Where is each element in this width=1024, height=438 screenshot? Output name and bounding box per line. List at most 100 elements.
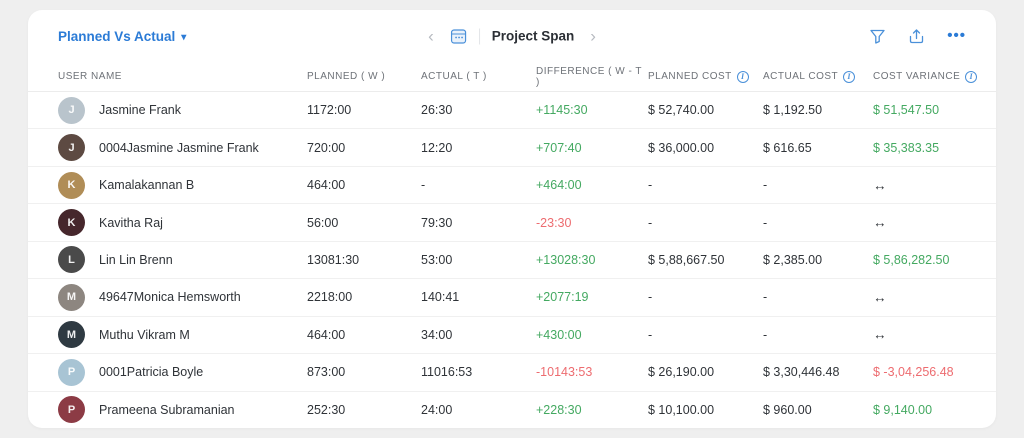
user-cell: J Jasmine Frank [58, 96, 307, 124]
planned-cost-value: $ 5,88,667.50 [648, 252, 725, 267]
table-row[interactable]: K Kavitha Raj 56:00 79:30 -23:30 - - ↔ [28, 204, 996, 242]
avatar: L [58, 246, 85, 274]
actual-cost-value: - [763, 178, 768, 193]
period-navigator: ‹ Project Span › [426, 28, 598, 45]
actual-hours: 53:00 [421, 252, 453, 267]
planned-cost-value: $ 36,000.00 [648, 140, 715, 155]
cost-variance-value: $ -3,04,256.48 [873, 365, 954, 380]
user-name: 49647Monica Hemsworth [99, 290, 241, 305]
actual-cost-value: $ 960.00 [763, 402, 812, 417]
table-row[interactable]: K Kamalakannan B 464:00 - +464:00 - - ↔ [28, 167, 996, 205]
actual-hours: 79:30 [421, 215, 453, 230]
table-row[interactable]: J 0004Jasmine Jasmine Frank 720:00 12:20… [28, 129, 996, 167]
planned-hours: 2218:00 [307, 290, 353, 305]
col-actual: ACTUAL ( T ) [421, 71, 487, 82]
planned-cost-value: - [648, 178, 653, 193]
avatar: K [58, 209, 85, 237]
table-row[interactable]: L Lin Lin Brenn 13081:30 53:00 +13028:30… [28, 242, 996, 280]
actual-hours: 26:30 [421, 103, 453, 118]
table-row[interactable]: M 49647Monica Hemsworth 2218:00 140:41 +… [28, 279, 996, 317]
table-body: J Jasmine Frank 1172:00 26:30 +1145:30 $… [28, 92, 996, 428]
difference-value: +228:30 [536, 402, 582, 417]
actual-cost-value: $ 3,30,446.48 [763, 365, 840, 380]
export-icon[interactable] [908, 28, 925, 45]
more-options-icon[interactable]: ••• [947, 29, 966, 43]
planned-hours: 720:00 [307, 140, 346, 155]
calendar-icon[interactable] [450, 28, 467, 45]
difference-value: +707:40 [536, 140, 582, 155]
col-difference: DIFFERENCE ( W - T ) [536, 65, 642, 88]
cost-variance-value: $ 5,86,282.50 [873, 252, 950, 267]
user-name: Jasmine Frank [99, 103, 181, 118]
difference-value: +464:00 [536, 178, 582, 193]
planned-cost-value: $ 26,190.00 [648, 365, 715, 380]
report-type-label: Planned Vs Actual [58, 28, 176, 44]
actual-hours: 24:00 [421, 402, 453, 417]
user-name: 0004Jasmine Jasmine Frank [99, 140, 259, 155]
col-user-name: USER NAME [58, 71, 122, 82]
user-cell: P 0001Patricia Boyle [58, 358, 307, 386]
actual-hours: 34:00 [421, 327, 453, 342]
actual-cost-value: $ 2,385.00 [763, 252, 823, 267]
actual-hours: 12:20 [421, 140, 453, 155]
period-label: Project Span [491, 28, 575, 44]
user-name: Kavitha Raj [99, 215, 163, 230]
difference-value: -23:30 [536, 215, 572, 230]
user-cell: M Muthu Vikram M [58, 321, 307, 349]
actual-cost-value: - [763, 327, 768, 342]
actual-hours: - [421, 178, 426, 193]
chevron-left-icon[interactable]: ‹ [426, 28, 436, 45]
table-row[interactable]: M Muthu Vikram M 464:00 34:00 +430:00 - … [28, 317, 996, 355]
planned-cost-value: - [648, 215, 653, 230]
chevron-down-icon: ▾ [181, 31, 187, 43]
user-cell: P Prameena Subramanian [58, 396, 307, 424]
cost-variance-value: $ 9,140.00 [873, 402, 933, 417]
avatar: J [58, 96, 85, 124]
planned-hours: 464:00 [307, 178, 346, 193]
avatar: M [58, 283, 85, 311]
info-icon[interactable]: i [843, 70, 856, 83]
difference-value: +2077:19 [536, 290, 589, 305]
report-type-dropdown[interactable]: Planned Vs Actual ▾ [58, 29, 186, 44]
user-cell: L Lin Lin Brenn [58, 246, 307, 274]
filter-icon[interactable] [869, 28, 886, 45]
planned-cost-value: $ 10,100.00 [648, 402, 715, 417]
report-card: Planned Vs Actual ▾ ‹ Project Span › •••… [28, 10, 996, 428]
info-icon[interactable]: i [965, 70, 978, 83]
planned-hours: 1172:00 [307, 103, 352, 118]
cost-variance-value: $ 35,383.35 [873, 140, 940, 155]
difference-value: -10143:53 [536, 365, 593, 380]
col-cost-variance: COST VARIANCE i [873, 70, 996, 83]
planned-hours: 464:00 [307, 327, 346, 342]
period-group: Project Span [450, 28, 575, 45]
user-name: Muthu Vikram M [99, 327, 190, 342]
planned-hours: 873:00 [307, 365, 346, 380]
actual-cost-value: - [763, 290, 768, 305]
table-row[interactable]: J Jasmine Frank 1172:00 26:30 +1145:30 $… [28, 92, 996, 130]
info-icon[interactable]: i [736, 70, 749, 83]
actual-cost-value: $ 616.65 [763, 140, 812, 155]
avatar: J [58, 134, 85, 162]
toolbar-actions: ••• [869, 28, 966, 45]
planned-cost-value: $ 52,740.00 [648, 103, 715, 118]
col-planned-cost: PLANNED COST i [648, 70, 763, 83]
table-row[interactable]: P Prameena Subramanian 252:30 24:00 +228… [28, 392, 996, 428]
chevron-right-icon[interactable]: › [588, 28, 598, 45]
table-row[interactable]: P 0001Patricia Boyle 873:00 11016:53 -10… [28, 354, 996, 392]
difference-value: +13028:30 [536, 252, 596, 267]
planned-hours: 56:00 [307, 215, 339, 230]
user-name: Kamalakannan B [99, 178, 195, 193]
cost-variance-value: ↔ [873, 289, 887, 305]
cost-variance-value: ↔ [873, 327, 887, 343]
user-name: 0001Patricia Boyle [99, 365, 204, 380]
user-cell: K Kavitha Raj [58, 209, 307, 237]
user-cell: M 49647Monica Hemsworth [58, 283, 307, 311]
toolbar: Planned Vs Actual ▾ ‹ Project Span › ••• [28, 10, 996, 62]
col-planned: PLANNED ( W ) [307, 71, 386, 82]
avatar: K [58, 171, 85, 199]
avatar: P [58, 396, 85, 424]
avatar: M [58, 321, 85, 349]
actual-cost-value: - [763, 215, 768, 230]
user-name: Prameena Subramanian [99, 402, 235, 417]
actual-cost-value: $ 1,192.50 [763, 103, 823, 118]
